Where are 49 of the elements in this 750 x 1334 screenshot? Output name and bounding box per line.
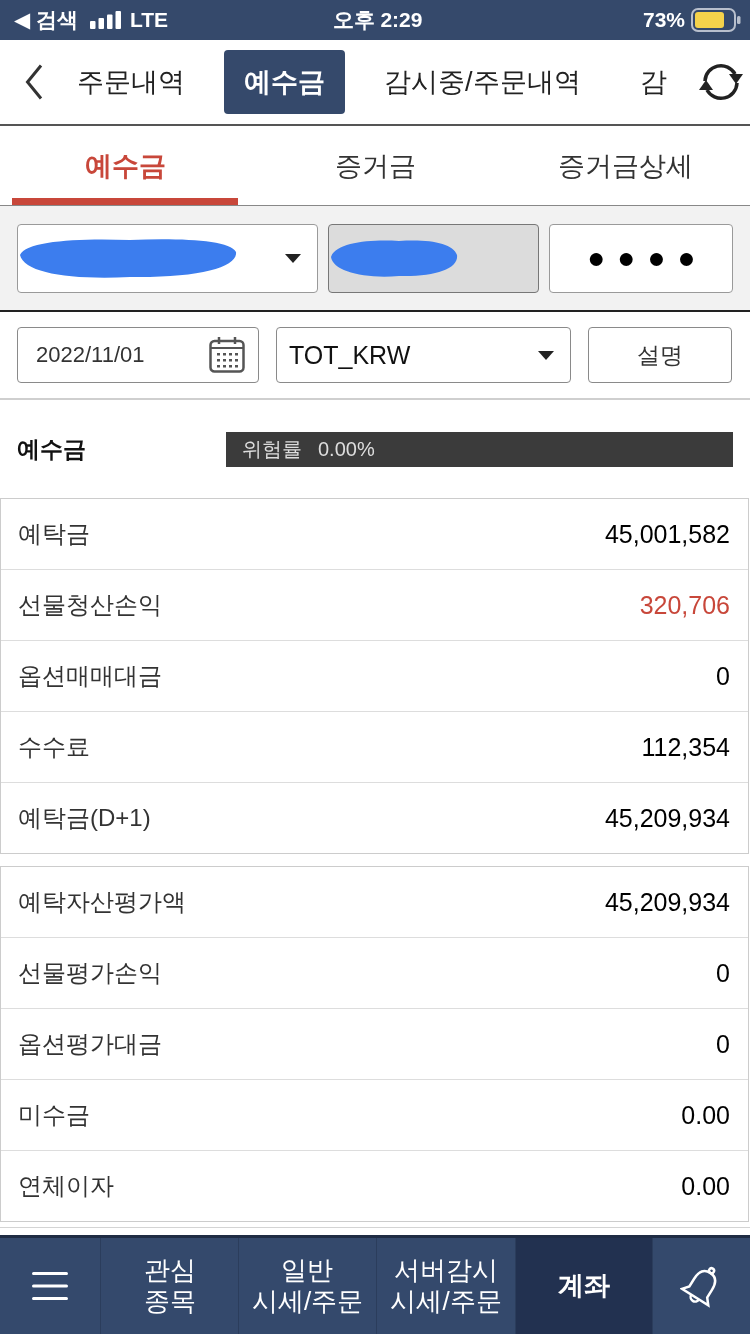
sub-tab[interactable]: 증거금상세 — [512, 126, 738, 205]
row-value: 45,209,934 — [604, 803, 730, 833]
signal-icon — [90, 11, 122, 29]
clock-time: 오후 2:29 — [332, 7, 423, 33]
back-link[interactable]: ◀ 검색 — [14, 6, 78, 34]
account-select[interactable] — [17, 223, 318, 293]
row-label: 선물평가손익 — [18, 958, 162, 988]
row-label: 예탁금(D+1) — [18, 803, 151, 833]
back-icon[interactable] — [25, 64, 43, 100]
row-value: 45,001,582 — [604, 519, 730, 549]
risk-label: 위험률 — [242, 436, 302, 462]
risk-value: 0.00% — [318, 437, 375, 461]
password-field[interactable]: ●●●● — [549, 223, 733, 293]
row-value: 0 — [716, 958, 730, 988]
calendar-icon[interactable] — [209, 337, 245, 373]
row-value: 320,706 — [639, 590, 730, 620]
row-value: 112,354 — [641, 732, 730, 762]
row-label: 선물청산손익 — [18, 590, 162, 620]
row-label: 옵션매매대금 — [18, 661, 162, 691]
battery-icon — [691, 8, 741, 32]
caret-icon — [538, 350, 554, 360]
row-label: 미수금 — [18, 1100, 90, 1130]
bottom-nav-tab[interactable]: 계좌 — [515, 1238, 652, 1334]
nav-tab[interactable]: 감 — [619, 50, 687, 114]
row-value: 0.00 — [681, 1100, 730, 1130]
bottom-nav-tab[interactable]: 일반 시세/주문 — [238, 1238, 376, 1334]
nav-tab[interactable]: 주문내역 — [57, 50, 205, 114]
bottom-nav-tab[interactable]: 관심 종목 — [100, 1238, 238, 1334]
refresh-icon[interactable] — [698, 61, 744, 103]
date-field[interactable]: 2022/11/01 — [17, 327, 259, 383]
description-button[interactable]: 설명 — [588, 327, 732, 383]
row-label: 예탁금 — [18, 519, 90, 549]
currency-select[interactable]: TOT_KRW — [276, 327, 571, 383]
row-value: 0 — [716, 1029, 730, 1059]
nav-tab[interactable]: 감시중/주문내역 — [364, 50, 601, 114]
row-label: 연체이자 — [18, 1171, 114, 1201]
menu-icon — [32, 1272, 68, 1300]
sub-tab[interactable]: 증거금 — [262, 126, 488, 205]
network-label: LTE — [130, 8, 169, 32]
row-value: 45,209,934 — [604, 887, 730, 917]
nav-tab[interactable]: 예수금 — [224, 50, 345, 114]
row-value: 0 — [716, 661, 730, 691]
row-label: 예탁자산평가액 — [18, 887, 186, 917]
caret-icon — [284, 253, 301, 263]
section-title: 예수금 — [17, 434, 87, 464]
row-value: 0.00 — [681, 1171, 730, 1201]
row-label: 옵션평가대금 — [18, 1029, 162, 1059]
row-label: 수수료 — [18, 732, 90, 762]
battery-percent: 73% — [642, 8, 685, 32]
